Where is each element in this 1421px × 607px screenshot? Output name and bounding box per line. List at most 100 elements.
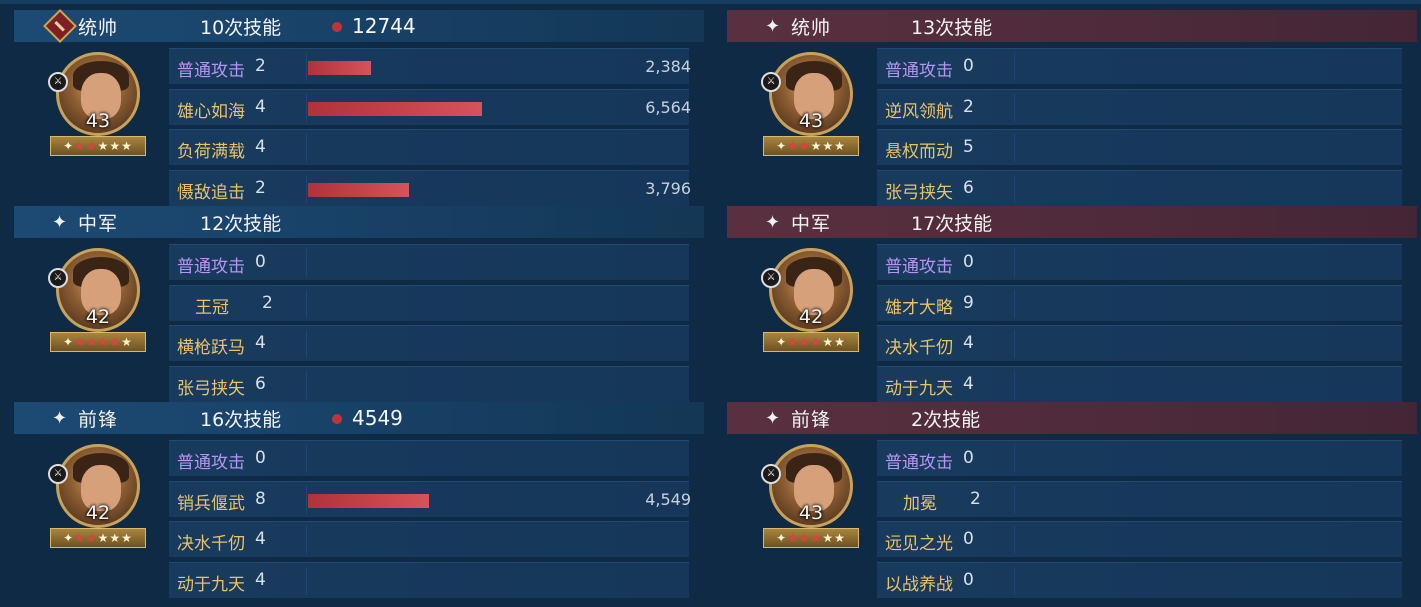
troop-type-icon: ⚔	[761, 464, 781, 484]
general-portrait[interactable]: ⚔ 42 ✦★★★★★	[48, 248, 146, 354]
skill-row[interactable]: 悬权而动 5	[877, 129, 1402, 165]
skill-name: 张弓挟矢	[885, 182, 953, 203]
general-slot: ✦ 统帅 13次技能 ⚔ 43 ✦★★★★★ 普通攻击 0 逆风领航 2 悬权而动 5 张弓挟矢 6	[727, 10, 1417, 206]
damage-total: 4549	[352, 406, 403, 430]
skill-row[interactable]: 销兵偃武 8 4,549	[169, 480, 691, 517]
skill-name: 决水千仞	[177, 534, 245, 554]
skill-level: 0	[963, 56, 974, 76]
general-slot: ✦ 前锋 16次技能 4549 ⚔ 42 ✦★★★★★ 普通攻击 0 销兵偃武 8 4,549 决水千仞…	[14, 402, 704, 598]
skill-divider	[306, 445, 307, 473]
skill-name: 张弓挟矢	[177, 378, 245, 399]
skill-row[interactable]: 王冠 2	[169, 284, 689, 321]
skill-row[interactable]: 张弓挟矢 6	[877, 169, 1402, 206]
skill-row[interactable]: 远见之光 0	[877, 521, 1402, 557]
skill-divider	[1014, 289, 1015, 318]
skill-name: 远见之光	[885, 534, 953, 554]
skill-divider	[1014, 370, 1015, 399]
skill-cast-count: 2次技能	[911, 408, 981, 431]
commander-badge-icon	[43, 9, 77, 43]
troop-type-icon: ⚔	[48, 268, 68, 288]
general-portrait[interactable]: ⚔ 43 ✦★★★★★	[761, 52, 859, 158]
skill-row[interactable]: 加冕 2	[877, 480, 1402, 517]
skill-name: 负荷满载	[177, 142, 245, 162]
skill-divider	[1014, 93, 1015, 122]
star-rank: ✦★★★★★	[50, 332, 146, 352]
skill-row[interactable]: 慑敌追击 2 3,796	[169, 169, 691, 206]
star-icon: ★	[74, 531, 86, 545]
skill-divider	[1014, 445, 1015, 473]
skill-row[interactable]: 普通攻击 0	[877, 244, 1402, 280]
skill-row[interactable]: 普通攻击 0	[877, 440, 1402, 476]
general-slot: ✦ 中军 17次技能 ⚔ 42 ✦★★★★★ 普通攻击 0 雄才大略 9 决水千仞 4 动于九天 4	[727, 206, 1417, 402]
skill-row[interactable]: 动于九天 4	[877, 365, 1402, 402]
skill-name: 以战养战	[885, 574, 953, 595]
skill-row[interactable]: 负荷满载 4	[169, 129, 689, 165]
skill-level: 4	[255, 333, 266, 353]
role-star-icon: ✦	[52, 211, 68, 233]
skill-name: 动于九天	[177, 574, 245, 595]
skill-row[interactable]: 普通攻击 0	[877, 48, 1402, 84]
skill-divider	[1014, 134, 1015, 162]
skill-row[interactable]: 普通攻击 0	[169, 244, 689, 280]
skill-row[interactable]: 逆风领航 2	[877, 88, 1402, 125]
skill-divider	[306, 93, 307, 122]
star-rank: ✦★★★★★	[50, 136, 146, 156]
star-icon: ★	[810, 335, 823, 349]
general-portrait[interactable]: ⚔ 42 ✦★★★★★	[48, 444, 146, 550]
skill-level: 0	[255, 448, 266, 468]
skill-level: 4	[255, 96, 266, 117]
skill-damage-value: 2,384	[645, 57, 691, 76]
star-icon: ★	[810, 531, 823, 545]
troop-type-icon: ⚔	[48, 464, 68, 484]
skill-row[interactable]: 雄才大略 9	[877, 284, 1402, 321]
skill-row[interactable]: 横枪跃马 4	[169, 325, 689, 361]
skill-divider	[306, 249, 307, 277]
skill-row[interactable]: 动于九天 4	[169, 561, 689, 598]
role-label: 前锋	[78, 408, 119, 431]
slot-header: ✦ 中军 17次技能	[727, 206, 1417, 238]
star-rank: ✦★★★★★	[763, 136, 859, 156]
skill-row[interactable]: 决水千仞 4	[169, 521, 689, 557]
skill-level: 4	[255, 137, 266, 157]
troop-type-icon: ⚔	[48, 72, 68, 92]
skill-level: 0	[963, 252, 974, 272]
skill-level: 2	[262, 292, 273, 313]
skill-name: 普通攻击	[177, 61, 245, 81]
skill-name: 横枪跃马	[177, 338, 245, 358]
general-level: 43	[798, 502, 824, 524]
skill-name: 慑敌追击	[177, 182, 245, 203]
skill-row[interactable]: 普通攻击 2 2,384	[169, 48, 691, 84]
general-portrait[interactable]: ⚔ 43 ✦★★★★★	[48, 52, 146, 158]
damage-bar	[308, 493, 429, 508]
general-portrait[interactable]: ⚔ 43 ✦★★★★★	[761, 444, 859, 550]
skill-row[interactable]: 普通攻击 0	[169, 440, 689, 476]
star-icon: ★	[85, 335, 98, 349]
skill-row[interactable]: 以战养战 0	[877, 561, 1402, 598]
star-icon: ★	[74, 139, 86, 153]
skill-row[interactable]: 决水千仞 4	[877, 325, 1402, 361]
skill-divider	[1014, 53, 1015, 81]
skill-level: 0	[963, 448, 974, 468]
role-label: 中军	[78, 212, 119, 235]
general-level: 42	[85, 502, 111, 524]
skill-divider	[1014, 566, 1015, 595]
role-star-icon: ✦	[765, 15, 781, 37]
skill-divider	[306, 289, 307, 318]
slot-header: ✦ 前锋 16次技能 4549	[14, 402, 704, 434]
skill-name: 王冠	[195, 297, 229, 318]
skill-level: 2	[255, 177, 266, 198]
skill-cast-count: 12次技能	[200, 212, 282, 235]
top-divider	[0, 0, 1421, 4]
skill-row[interactable]: 张弓挟矢 6	[169, 365, 689, 402]
slot-header: ✦ 前锋 2次技能	[727, 402, 1417, 434]
skill-divider	[306, 174, 307, 203]
general-portrait[interactable]: ⚔ 42 ✦★★★★★	[761, 248, 859, 354]
skill-divider	[1014, 485, 1015, 514]
damage-bar	[308, 61, 371, 75]
skill-row[interactable]: 雄心如海 4 6,564	[169, 88, 691, 125]
general-slot: ✦ 前锋 2次技能 ⚔ 43 ✦★★★★★ 普通攻击 0 加冕 2 远见之光 0 以战养战 0	[727, 402, 1417, 598]
role-label: 统帅	[791, 16, 832, 39]
damage-dot-icon	[332, 414, 342, 424]
skill-cast-count: 13次技能	[911, 16, 993, 39]
slot-header: 统帅 10次技能 12744	[14, 9, 704, 43]
